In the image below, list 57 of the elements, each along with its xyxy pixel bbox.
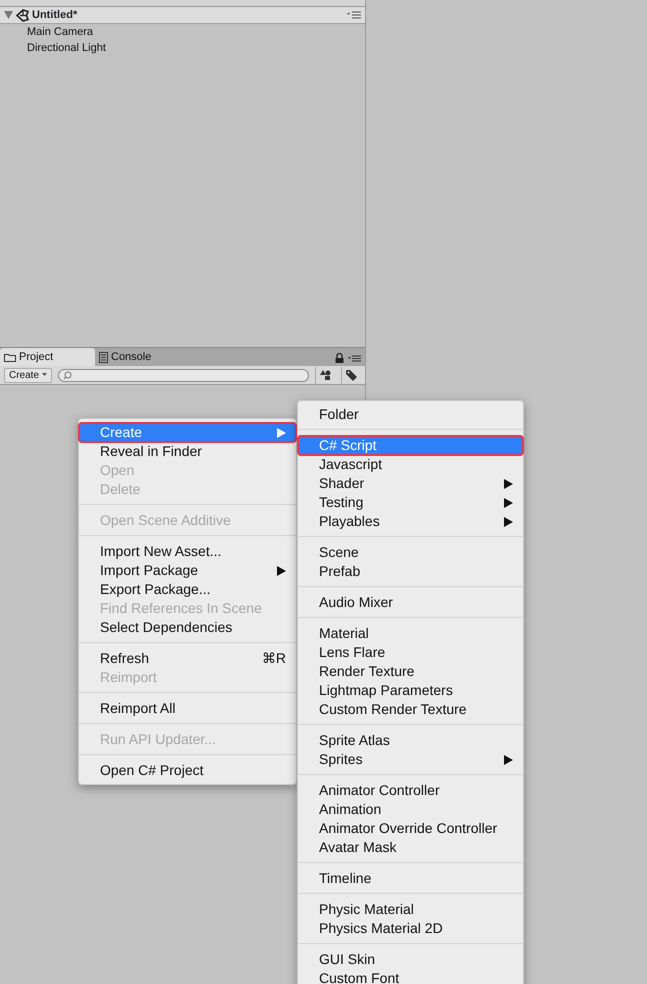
- menu-item[interactable]: Folder: [298, 405, 523, 424]
- shortcut-text: ⌘R: [262, 649, 286, 668]
- menu-item[interactable]: Scene: [298, 543, 523, 562]
- menu-item[interactable]: Audio Mixer: [298, 593, 523, 612]
- lock-icon[interactable]: [335, 353, 344, 363]
- menu-item[interactable]: Import New Asset...: [79, 542, 296, 561]
- menu-item[interactable]: Prefab: [298, 562, 523, 581]
- shapes-icon: [320, 370, 331, 380]
- menu-icon[interactable]: [348, 355, 361, 362]
- menu-item: Run API Updater...: [99, 730, 217, 749]
- menu-item[interactable]: Refresh ⌘R: [79, 649, 296, 668]
- menu-item[interactable]: Animation: [298, 800, 523, 819]
- menu-item[interactable]: Select Dependencies: [79, 618, 296, 637]
- menu-item[interactable]: Physic Material: [298, 900, 523, 919]
- menu-item[interactable]: Javascript: [298, 455, 523, 474]
- menu-item[interactable]: Custom Render Texture: [298, 700, 523, 719]
- search-icon: [62, 370, 72, 380]
- menu-item[interactable]: Animator Override Controller: [298, 819, 523, 838]
- menu-item[interactable]: GUI Skin: [298, 950, 523, 969]
- menu-item[interactable]: Reveal in Finder: [79, 442, 296, 461]
- menu-item[interactable]: Avatar Mask: [298, 838, 523, 857]
- scene-title: Untitled*: [32, 8, 78, 23]
- menu-item[interactable]: Physics Material 2D: [298, 919, 523, 938]
- menu-item[interactable]: Lightmap Parameters: [298, 681, 523, 700]
- tag-icon: [346, 370, 357, 380]
- menu-item[interactable]: Sprite Atlas: [298, 731, 523, 750]
- menu-icon[interactable]: [347, 11, 361, 19]
- menu-item: Reimport: [99, 668, 158, 687]
- search-field[interactable]: [58, 368, 309, 382]
- menu-item[interactable]: Custom Font: [298, 969, 523, 984]
- menu-item[interactable]: Animator Controller: [298, 781, 523, 800]
- console-icon: [99, 352, 108, 362]
- menu-item[interactable]: Reimport All: [79, 699, 296, 718]
- folder-icon: [4, 352, 16, 362]
- menu-item[interactable]: C# Script: [298, 436, 523, 455]
- menu-item: Find References In Scene: [99, 599, 263, 618]
- menu-item: Delete: [99, 480, 142, 499]
- menu-item[interactable]: Lens Flare: [298, 643, 523, 662]
- hierarchy-item[interactable]: Main Camera: [0, 24, 365, 40]
- menu-item[interactable]: Material: [298, 624, 523, 643]
- menu-item[interactable]: Sprites: [298, 750, 523, 769]
- menu-item[interactable]: Testing: [298, 493, 523, 512]
- menu-item[interactable]: Render Texture: [298, 662, 523, 681]
- menu-item[interactable]: Import Package: [79, 561, 296, 580]
- menu-item: Open: [99, 461, 136, 480]
- menu-item[interactable]: Shader: [298, 474, 523, 493]
- create-dropdown[interactable]: Create: [4, 368, 52, 382]
- menu-item: Open Scene Additive: [99, 511, 232, 530]
- panel-tab[interactable]: Console: [95, 348, 190, 366]
- menu-item[interactable]: Create: [79, 423, 296, 442]
- menu-item[interactable]: Export Package...: [79, 580, 296, 599]
- hierarchy-item[interactable]: Directional Light: [0, 40, 365, 56]
- scene-icon: [16, 8, 29, 22]
- menu-item[interactable]: Timeline: [298, 869, 523, 888]
- menu-item[interactable]: Playables: [298, 512, 523, 531]
- panel-tab[interactable]: Project: [0, 348, 95, 366]
- menu-item[interactable]: Open C# Project: [79, 761, 296, 780]
